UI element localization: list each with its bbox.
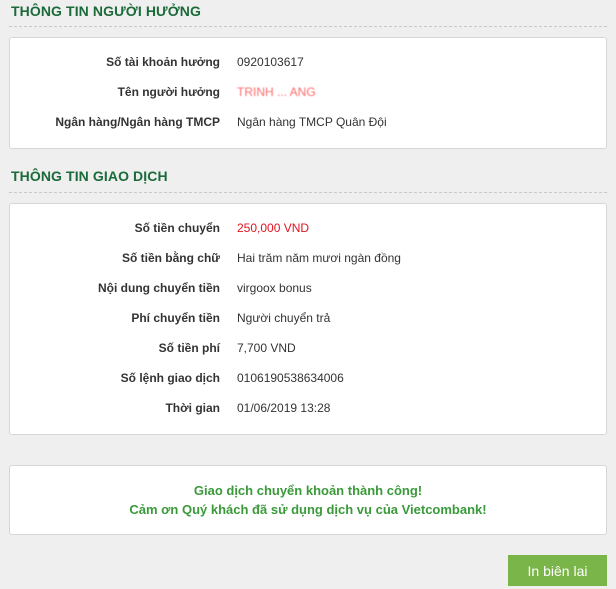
beneficiary-bank-label: Ngân hàng/Ngân hàng TMCP [55,115,220,129]
transfer-content-label: Nội dung chuyển tiền [98,281,220,295]
transaction-id-row: Số lệnh giao dịch 0106190538634006 [10,371,606,389]
transfer-amount-value: 250,000 VND [237,221,310,235]
fee-amount-value: 7,700 VND [237,341,296,355]
transaction-time-value: 01/06/2019 13:28 [237,401,331,415]
print-receipt-button[interactable]: In biên lai [508,555,607,586]
transaction-time-row: Thời gian 01/06/2019 13:28 [10,401,606,419]
section-divider [9,26,607,27]
beneficiary-account-value: 0920103617 [237,55,304,69]
transfer-amount-row: Số tiền chuyển 250,000 VND [10,221,606,239]
beneficiary-bank-value: Ngân hàng TMCP Quân Đội [237,115,387,129]
fee-amount-label: Số tiền phí [158,341,220,355]
transaction-id-value: 0106190538634006 [237,371,344,385]
transaction-section-title: THÔNG TIN GIAO DỊCH [11,168,168,184]
transfer-content-value: virgoox bonus [237,281,312,295]
section-divider [9,192,607,193]
success-message: Giao dịch chuyển khoản thành công! [193,483,423,498]
transfer-fee-type-row: Phí chuyển tiền Người chuyển trả [10,311,606,329]
beneficiary-account-label: Số tài khoản hưởng [106,55,220,69]
thank-you-message: Cảm ơn Quý khách đã sử dụng dịch vụ của … [129,502,487,517]
beneficiary-name-row: Tên người hưởng TRINH ... ANG [10,85,606,103]
fee-amount-row: Số tiền phí 7,700 VND [10,341,606,359]
beneficiary-account-row: Số tài khoản hưởng 0920103617 [10,55,606,73]
amount-in-words-value: Hai trăm năm mươi ngàn đồng [237,251,401,265]
success-message-box: Giao dịch chuyển khoản thành công! Cảm ơ… [9,465,607,535]
beneficiary-name-label: Tên người hưởng [117,85,220,99]
beneficiary-name-value: TRINH ... ANG [237,85,316,99]
amount-in-words-row: Số tiền bằng chữ Hai trăm năm mươi ngàn … [10,251,606,269]
beneficiary-card: Số tài khoản hưởng 0920103617 Tên người … [9,37,607,149]
transfer-fee-type-label: Phí chuyển tiền [131,311,220,325]
beneficiary-bank-row: Ngân hàng/Ngân hàng TMCP Ngân hàng TMCP … [10,115,606,133]
transfer-content-row: Nội dung chuyển tiền virgoox bonus [10,281,606,299]
amount-in-words-label: Số tiền bằng chữ [121,251,220,265]
transfer-fee-type-value: Người chuyển trả [237,311,331,325]
transaction-time-label: Thời gian [165,401,220,415]
transaction-card: Số tiền chuyển 250,000 VND Số tiền bằng … [9,203,607,435]
transaction-id-label: Số lệnh giao dịch [120,371,220,385]
transfer-amount-label: Số tiền chuyển [134,221,220,235]
beneficiary-section-title: THÔNG TIN NGƯỜI HƯỞNG [11,3,201,19]
